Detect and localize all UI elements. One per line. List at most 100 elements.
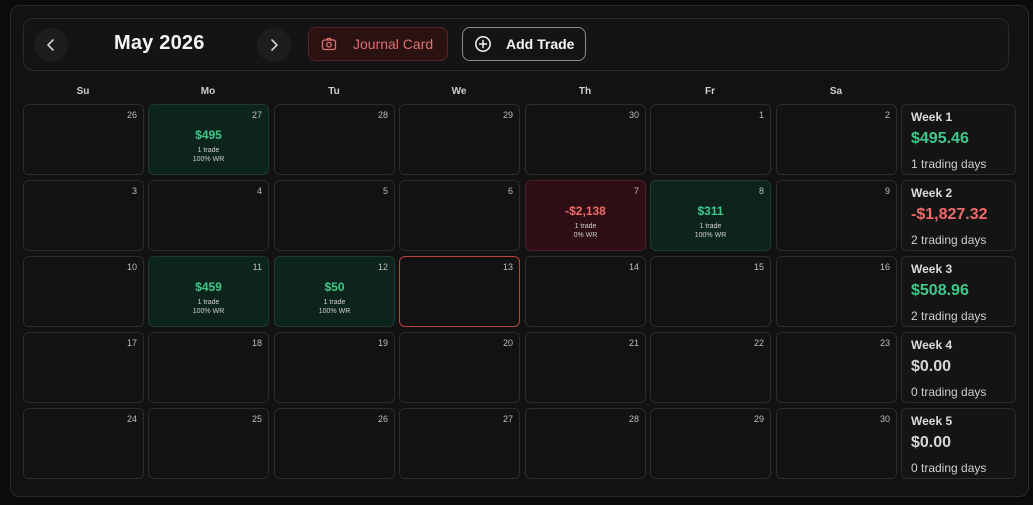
day-win-rate: 0% WR [573,232,598,239]
chevron-left-icon [47,39,54,51]
day-pnl: $311 [697,204,724,218]
day-cell[interactable]: 19 [274,332,395,403]
day-cell[interactable]: 26 [274,408,395,479]
journal-card-button[interactable]: Journal Card [308,27,448,61]
day-win-rate: 100% WR [318,308,351,315]
day-cell[interactable]: 30 [525,104,646,175]
week-trading-days: 0 trading days [911,461,987,475]
week-pnl: $0.00 [911,358,952,375]
day-cell[interactable]: 22 [650,332,771,403]
next-month-button[interactable] [257,28,291,62]
day-number: 27 [251,110,262,120]
day-number: 29 [753,414,764,424]
weekday-header: Sa [829,86,843,97]
day-number: 12 [377,262,388,272]
day-trade-count: 1 trade [699,223,722,230]
day-cell[interactable]: 4 [148,180,269,251]
day-cell[interactable]: 29 [399,104,520,175]
journal-card-label: Journal Card [353,36,434,52]
week-pnl: -$1,827.32 [911,206,988,223]
week-summary-card: Week 4 $0.00 0 trading days [901,332,1016,403]
week-summary-card: Week 3 $508.96 2 trading days [901,256,1016,327]
day-cell[interactable]: 11 $459 1 trade 100% WR [148,256,269,327]
day-number: 10 [126,262,137,272]
day-cell[interactable]: 5 [274,180,395,251]
day-cell[interactable]: 1 [650,104,771,175]
week-label: Week 3 [911,262,953,276]
day-number: 8 [758,186,764,196]
day-trade-count: 1 trade [197,147,220,154]
weekday-header: We [451,86,467,97]
day-number: 11 [252,262,262,272]
day-cell[interactable]: 9 [776,180,897,251]
day-number: 30 [879,414,890,424]
week-summary-card: Week 1 $495.46 1 trading days [901,104,1016,175]
day-pnl: -$2,138 [565,204,606,218]
day-cell[interactable]: 28 [525,408,646,479]
day-cell[interactable]: 7 -$2,138 1 trade 0% WR [525,180,646,251]
day-pnl: $495 [195,128,222,142]
week-trading-days: 2 trading days [911,233,987,247]
day-number: 26 [126,110,137,120]
day-number: 15 [753,262,764,272]
day-cell[interactable]: 25 [148,408,269,479]
day-cell[interactable]: 28 [274,104,395,175]
day-trade-count: 1 trade [323,299,346,306]
day-trade-count: 1 trade [197,299,220,306]
day-cell[interactable]: 8 $311 1 trade 100% WR [650,180,771,251]
camera-icon [321,37,337,51]
day-cell[interactable]: 14 [525,256,646,327]
day-number: 6 [507,186,513,196]
week-label: Week 2 [911,186,953,200]
day-cell[interactable]: 23 [776,332,897,403]
day-number: 27 [502,414,513,424]
day-cell[interactable]: 26 [23,104,144,175]
day-number: 3 [131,186,137,196]
day-cell[interactable]: 18 [148,332,269,403]
day-win-rate: 100% WR [694,232,727,239]
day-number: 30 [628,110,639,120]
chevron-right-icon [271,39,278,51]
day-number: 13 [502,262,513,272]
day-cell[interactable]: 16 [776,256,897,327]
week-trading-days: 0 trading days [911,385,987,399]
prev-month-button[interactable] [34,28,68,62]
day-pnl: $459 [195,280,222,294]
day-number: 28 [377,110,388,120]
add-trade-button[interactable]: Add Trade [462,27,586,61]
week-label: Week 5 [911,414,953,428]
day-number: 21 [628,338,639,348]
weekday-header: Th [578,86,592,97]
add-trade-label: Add Trade [506,36,575,52]
day-cell[interactable]: 15 [650,256,771,327]
day-number: 29 [502,110,513,120]
day-cell[interactable]: 17 [23,332,144,403]
day-cell[interactable]: 27 $495 1 trade 100% WR [148,104,269,175]
week-trading-days: 2 trading days [911,309,987,323]
day-cell[interactable]: 27 [399,408,520,479]
day-cell[interactable]: 3 [23,180,144,251]
day-number: 14 [628,262,639,272]
day-cell[interactable]: 2 [776,104,897,175]
day-win-rate: 100% WR [192,308,225,315]
day-win-rate: 100% WR [192,156,225,163]
day-cell[interactable]: 20 [399,332,520,403]
plus-circle-icon [475,36,491,52]
day-cell[interactable]: 30 [776,408,897,479]
day-number: 25 [251,414,262,424]
day-number: 1 [758,110,764,120]
day-cell[interactable]: 13 [399,256,520,327]
day-cell[interactable]: 21 [525,332,646,403]
day-number: 2 [884,110,890,120]
day-number: 23 [879,338,890,348]
day-number: 4 [256,186,262,196]
day-number: 28 [628,414,639,424]
day-cell[interactable]: 12 $50 1 trade 100% WR [274,256,395,327]
day-number: 16 [879,262,890,272]
day-cell[interactable]: 6 [399,180,520,251]
day-cell[interactable]: 29 [650,408,771,479]
day-cell[interactable]: 10 [23,256,144,327]
day-cell[interactable]: 24 [23,408,144,479]
day-number: 19 [377,338,388,348]
day-trade-count: 1 trade [574,223,597,230]
